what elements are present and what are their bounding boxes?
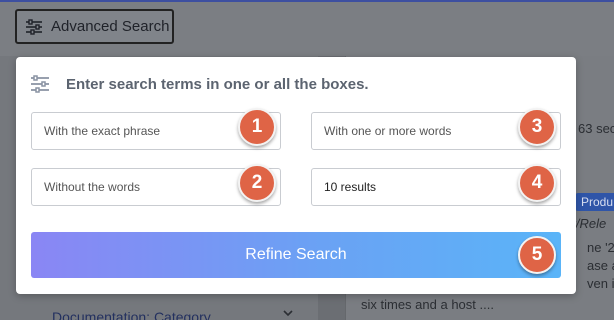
modal-header: Enter search terms in one or all the box… (30, 72, 369, 96)
sliders-icon (31, 75, 49, 93)
result-snippet-line-2: ase alo (587, 258, 614, 273)
step-marker-1: 1 (238, 108, 276, 146)
refine-search-button[interactable]: Refine Search (31, 232, 561, 278)
product-badge: Produ (575, 193, 614, 211)
sidebar-category-link[interactable]: Documentation: Category (52, 309, 211, 320)
step-marker-3: 3 (518, 108, 556, 146)
sliders-icon (26, 18, 42, 35)
step-marker-5: 5 (518, 236, 556, 274)
result-snippet-line-3: ven ina (587, 276, 614, 291)
advanced-search-modal: Enter search terms in one or all the box… (16, 57, 576, 294)
advanced-search-button[interactable]: Advanced Search (15, 9, 174, 44)
advanced-search-label: Advanced Search (51, 18, 170, 35)
step-marker-2: 2 (238, 164, 276, 202)
modal-title: Enter search terms in one or all the box… (66, 75, 369, 93)
result-snippet-line-1: ne '20 a (587, 240, 614, 255)
result-snippet-line-4: six times and a host .... (361, 297, 494, 312)
step-marker-4: 4 (518, 164, 556, 202)
result-time-text: 63 seco (578, 121, 614, 136)
chevron-down-icon[interactable] (283, 308, 293, 318)
